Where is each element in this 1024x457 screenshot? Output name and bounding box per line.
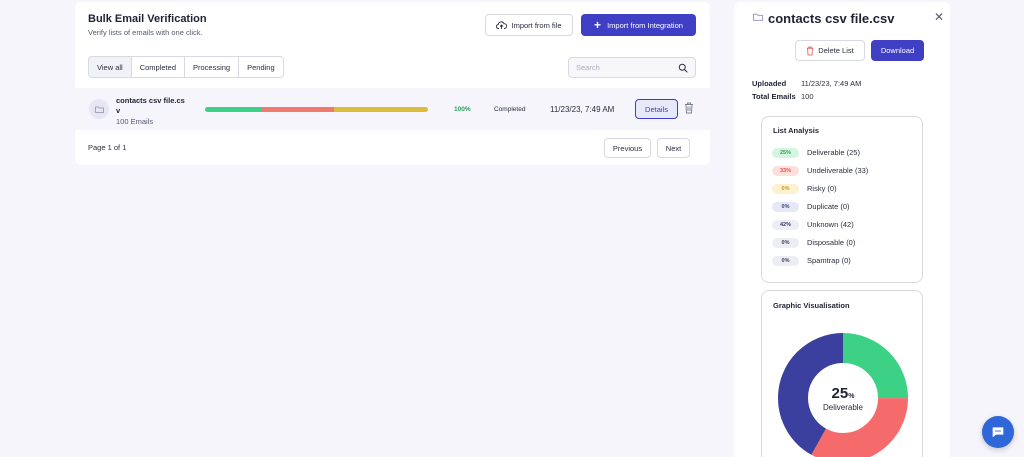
- file-avatar: [89, 99, 109, 119]
- progress-bar: [205, 107, 428, 112]
- list-analysis-title: List Analysis: [773, 126, 819, 135]
- analysis-text: Duplicate (0): [807, 202, 850, 211]
- chat-icon: [992, 427, 1004, 438]
- progress-percent: 100%: [454, 106, 471, 113]
- analysis-item-risky: 0% Risky (0): [772, 183, 837, 194]
- import-from-integration-label: Import from Integration: [607, 20, 683, 30]
- uploaded-label: Uploaded: [752, 79, 787, 88]
- analysis-pill: 0%: [772, 255, 799, 266]
- list-details-panel: contacts csv file.csv ✕ Delete List Down…: [734, 2, 950, 457]
- progress-seg-undeliverable: [260, 107, 335, 112]
- analysis-item-spamtrap: 0% Spamtrap (0): [772, 255, 851, 266]
- file-name[interactable]: contacts csv file.csv: [116, 96, 188, 116]
- analysis-text: Disposable (0): [807, 238, 856, 247]
- search-input[interactable]: [576, 63, 678, 72]
- page-title: Bulk Email Verification: [88, 13, 207, 25]
- uploaded-value: 11/23/23, 7:49 AM: [801, 79, 862, 88]
- analysis-pill: 42%: [772, 219, 799, 230]
- panel-title: contacts csv file.csv: [768, 11, 895, 26]
- donut-label: Deliverable: [822, 402, 864, 412]
- graphic-visualisation-title: Graphic Visualisation: [773, 301, 850, 310]
- analysis-text: Deliverable (25): [807, 148, 860, 157]
- trash-icon: [807, 46, 814, 55]
- progress-seg-deliverable: [205, 107, 261, 112]
- analysis-text: Unknown (42): [807, 220, 854, 229]
- table-row[interactable]: contacts csv file.csv 100 Emails 100% Co…: [75, 88, 710, 130]
- status-tabs: View all Completed Processing Pending: [88, 56, 284, 78]
- import-from-file-button[interactable]: Import from file: [485, 14, 573, 36]
- upload-date: 11/23/23, 7:49 AM: [550, 105, 615, 114]
- page-subtitle: Verify lists of emails with one click.: [88, 28, 203, 37]
- list-analysis-card: List Analysis 25% Deliverable (25) 33% U…: [761, 116, 923, 283]
- search-icon[interactable]: [678, 63, 688, 73]
- analysis-text: Spamtrap (0): [807, 256, 851, 265]
- details-button[interactable]: Details: [635, 99, 678, 119]
- next-button[interactable]: Next: [657, 138, 690, 158]
- delete-list-button[interactable]: Delete List: [795, 40, 865, 61]
- folder-icon: [753, 13, 763, 21]
- donut-value: 25%: [831, 384, 855, 402]
- folder-icon: [94, 106, 104, 113]
- page-indicator: Page 1 of 1: [88, 143, 127, 152]
- progress-seg-unknown: [334, 107, 428, 112]
- download-button[interactable]: Download: [871, 40, 924, 61]
- chat-widget-button[interactable]: [982, 416, 1014, 448]
- analysis-pill: 0%: [772, 183, 799, 194]
- search-box: [568, 57, 696, 78]
- trash-icon[interactable]: [684, 102, 694, 114]
- analysis-text: Undeliverable (33): [807, 166, 869, 175]
- import-from-integration-button[interactable]: + Import from Integration: [581, 14, 696, 36]
- analysis-pill: 33%: [772, 165, 799, 176]
- analysis-item-duplicate: 0% Duplicate (0): [772, 201, 850, 212]
- import-from-file-label: Import from file: [511, 20, 562, 30]
- total-emails-value: 100: [801, 92, 814, 101]
- status-label: Completed: [494, 106, 526, 113]
- analysis-item-undeliverable: 33% Undeliverable (33): [772, 165, 868, 176]
- tab-processing[interactable]: Processing: [185, 57, 240, 77]
- delete-list-label: Delete List: [818, 46, 854, 55]
- graphic-visualisation-card: Graphic Visualisation 25% Deliverable: [761, 290, 923, 457]
- cloud-upload-icon: [496, 20, 508, 29]
- previous-button[interactable]: Previous: [604, 138, 651, 158]
- tab-pending[interactable]: Pending: [239, 57, 283, 77]
- analysis-item-deliverable: 25% Deliverable (25): [772, 147, 860, 158]
- analysis-item-disposable: 0% Disposable (0): [772, 237, 855, 248]
- analysis-pill: 0%: [772, 237, 799, 248]
- analysis-pill: 0%: [772, 201, 799, 212]
- tab-completed[interactable]: Completed: [131, 57, 185, 77]
- analysis-text: Risky (0): [807, 184, 837, 193]
- bulk-verification-card: Bulk Email Verification Verify lists of …: [75, 2, 710, 165]
- email-count: 100 Emails: [116, 117, 154, 126]
- total-emails-label: Total Emails: [752, 92, 796, 101]
- plus-icon: +: [594, 18, 602, 32]
- close-icon[interactable]: ✕: [934, 10, 944, 24]
- analysis-pill: 25%: [772, 147, 799, 158]
- analysis-item-unknown: 42% Unknown (42): [772, 219, 854, 230]
- tab-view-all[interactable]: View all: [89, 57, 132, 77]
- donut-center: 25% Deliverable: [778, 333, 908, 457]
